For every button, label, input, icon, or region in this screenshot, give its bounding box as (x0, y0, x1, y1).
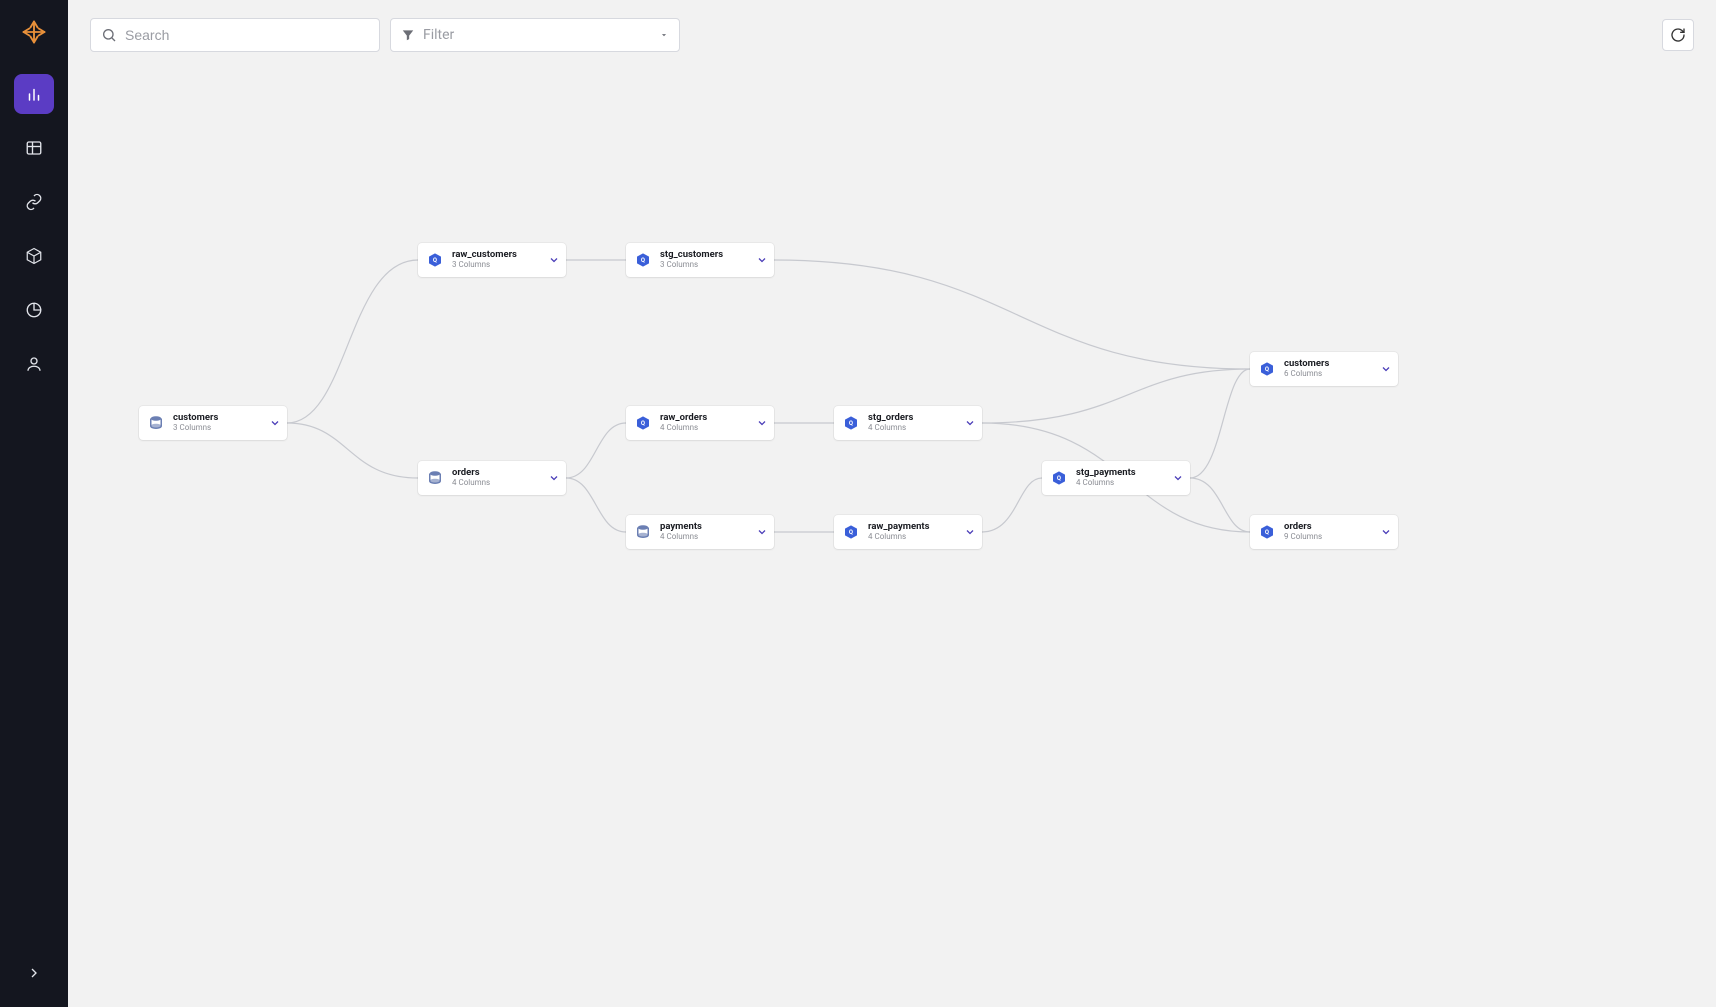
node-subtitle: 9 Columns (1284, 533, 1380, 542)
chevron-down-icon[interactable] (964, 414, 976, 433)
app-logo (20, 18, 48, 46)
refresh-icon (1670, 27, 1686, 43)
model-icon: Q (634, 414, 652, 432)
model-icon: Q (1258, 523, 1276, 541)
svg-text:Q: Q (1057, 475, 1061, 482)
chevron-down-icon[interactable] (756, 251, 768, 270)
node-subtitle: 4 Columns (452, 479, 548, 488)
chevron-down-icon[interactable] (548, 469, 560, 488)
chevron-down-icon[interactable] (548, 251, 560, 270)
node-title: stg_payments (1076, 468, 1172, 478)
source-icon (634, 523, 652, 541)
chevron-down-icon[interactable] (756, 414, 768, 433)
node-payments-source[interactable]: payments4 Columns (626, 515, 774, 549)
chevron-down-icon[interactable] (1172, 469, 1184, 488)
refresh-button[interactable] (1662, 19, 1694, 51)
node-customers-final[interactable]: Q customers6 Columns (1250, 352, 1398, 386)
node-stg-payments[interactable]: Q stg_payments4 Columns (1042, 461, 1190, 495)
chevron-down-icon[interactable] (756, 523, 768, 542)
node-customers-source[interactable]: customers3 Columns (139, 406, 287, 440)
node-subtitle: 4 Columns (868, 533, 964, 542)
node-title: payments (660, 522, 756, 532)
nav-lineage[interactable] (14, 74, 54, 114)
source-icon (426, 469, 444, 487)
svg-text:Q: Q (641, 420, 645, 427)
node-title: orders (1284, 522, 1380, 532)
search-box[interactable] (90, 18, 380, 52)
caret-down-icon (659, 30, 669, 40)
node-raw-customers[interactable]: Q raw_customers3 Columns (418, 243, 566, 277)
node-raw-payments[interactable]: Q raw_payments4 Columns (834, 515, 982, 549)
model-icon: Q (1050, 469, 1068, 487)
svg-text:Q: Q (849, 529, 853, 536)
node-raw-orders[interactable]: Q raw_orders4 Columns (626, 406, 774, 440)
nav-package[interactable] (14, 236, 54, 276)
model-icon: Q (1258, 360, 1276, 378)
node-title: raw_payments (868, 522, 964, 532)
chevron-down-icon[interactable] (269, 414, 281, 433)
source-icon (147, 414, 165, 432)
filter-dropdown[interactable]: Filter (390, 18, 680, 52)
model-icon: Q (842, 523, 860, 541)
node-title: stg_customers (660, 250, 756, 260)
nav-profile[interactable] (14, 344, 54, 384)
svg-text:Q: Q (433, 257, 437, 264)
node-orders-final[interactable]: Q orders9 Columns (1250, 515, 1398, 549)
search-icon (101, 27, 117, 43)
node-title: raw_customers (452, 250, 548, 260)
node-title: customers (173, 413, 269, 423)
svg-text:Q: Q (1265, 529, 1269, 536)
node-subtitle: 3 Columns (452, 261, 548, 270)
nav-analytics[interactable] (14, 290, 54, 330)
node-subtitle: 4 Columns (1076, 479, 1172, 488)
svg-text:Q: Q (849, 420, 853, 427)
lineage-edges (68, 0, 1716, 1007)
nav-links[interactable] (14, 182, 54, 222)
chevron-down-icon[interactable] (964, 523, 976, 542)
sidebar-expand-toggle[interactable] (26, 965, 42, 985)
node-title: customers (1284, 359, 1380, 369)
filter-icon (401, 28, 415, 42)
search-input[interactable] (125, 27, 369, 43)
lineage-canvas[interactable]: customers3 Columns Q raw_customers3 Colu… (68, 0, 1716, 1007)
node-subtitle: 3 Columns (173, 424, 269, 433)
sidebar (0, 0, 68, 1007)
node-stg-orders[interactable]: Q stg_orders4 Columns (834, 406, 982, 440)
node-orders-source[interactable]: orders4 Columns (418, 461, 566, 495)
chevron-down-icon[interactable] (1380, 360, 1392, 379)
node-title: orders (452, 468, 548, 478)
node-stg-customers[interactable]: Q stg_customers3 Columns (626, 243, 774, 277)
svg-text:Q: Q (1265, 366, 1269, 373)
node-subtitle: 3 Columns (660, 261, 756, 270)
svg-text:Q: Q (641, 257, 645, 264)
nav-tables[interactable] (14, 128, 54, 168)
chevron-down-icon[interactable] (1380, 523, 1392, 542)
model-icon: Q (634, 251, 652, 269)
model-icon: Q (842, 414, 860, 432)
node-title: raw_orders (660, 413, 756, 423)
node-title: stg_orders (868, 413, 964, 423)
node-subtitle: 4 Columns (868, 424, 964, 433)
node-subtitle: 4 Columns (660, 424, 756, 433)
main-area: Filter (68, 0, 1716, 1007)
topbar: Filter (90, 18, 1694, 52)
node-subtitle: 6 Columns (1284, 370, 1380, 379)
node-subtitle: 4 Columns (660, 533, 756, 542)
filter-placeholder: Filter (423, 27, 659, 43)
model-icon: Q (426, 251, 444, 269)
